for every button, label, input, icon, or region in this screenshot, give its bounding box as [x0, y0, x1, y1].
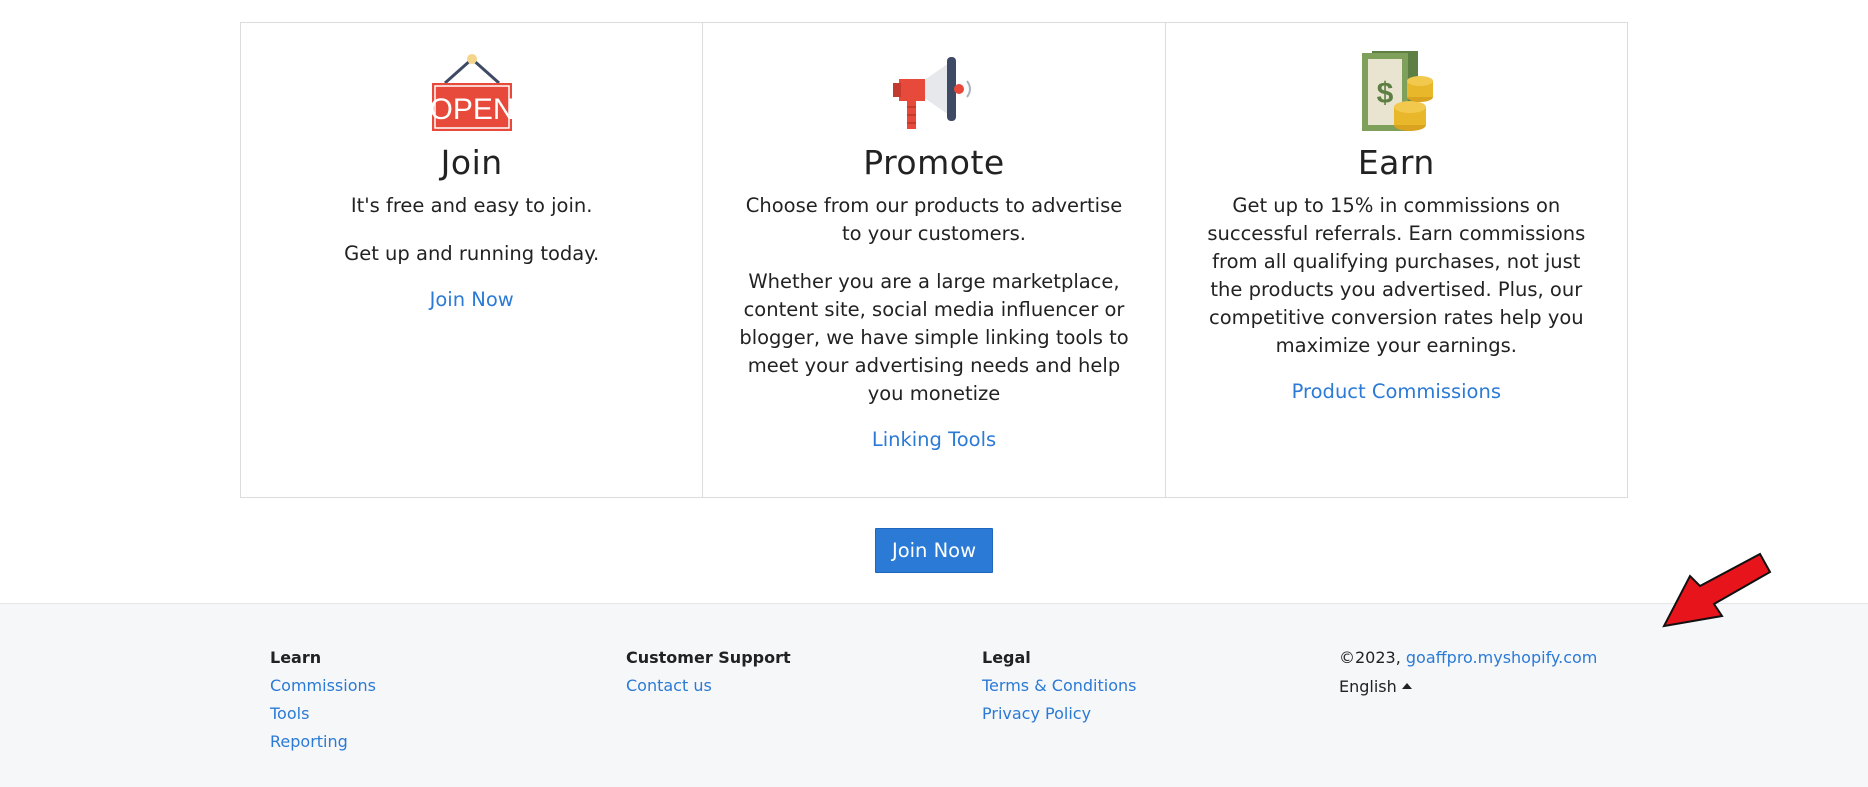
- footer-heading-learn: Learn: [270, 648, 322, 667]
- caret-up-icon: [1401, 683, 1412, 689]
- feature-cards: OPEN Join It's free and easy to join. Ge…: [240, 22, 1628, 498]
- cta-area: Join Now: [0, 528, 1868, 573]
- footer-support: Customer Support Contact us: [626, 648, 791, 704]
- footer-link-commissions[interactable]: Commissions: [270, 676, 376, 696]
- card-title: Promote: [863, 143, 1005, 182]
- footer-link-reporting[interactable]: Reporting: [270, 732, 376, 752]
- footer-heading-support: Customer Support: [626, 648, 791, 667]
- footer-heading-legal: Legal: [982, 648, 1031, 667]
- money-coins-icon: $: [1194, 47, 1599, 133]
- footer-legal: Legal Terms & Conditions Privacy Policy: [982, 648, 1136, 732]
- product-commissions-link[interactable]: Product Commissions: [1292, 380, 1501, 403]
- megaphone-icon: [731, 47, 1136, 133]
- card-join: OPEN Join It's free and easy to join. Ge…: [241, 23, 704, 497]
- open-sign-icon: OPEN: [269, 47, 674, 133]
- card-promote: Promote Choose from our products to adve…: [703, 23, 1166, 497]
- join-now-link[interactable]: Join Now: [430, 288, 514, 311]
- footer-link-terms[interactable]: Terms & Conditions: [982, 676, 1136, 696]
- card-text: It's free and easy to join.: [350, 194, 593, 217]
- card-text: Choose from our products to advertise to…: [745, 194, 1123, 245]
- copyright-text: ©2023,: [1339, 648, 1406, 667]
- card-earn: $ Earn Get up to 15% in commissions on s…: [1166, 23, 1627, 497]
- language-label: English: [1339, 677, 1397, 696]
- footer: Learn Commissions Tools Reporting Custom…: [0, 603, 1868, 787]
- footer-link-tools[interactable]: Tools: [270, 704, 376, 724]
- svg-text:$: $: [1377, 77, 1394, 110]
- footer-meta: ©2023, goaffpro.myshopify.com English: [1339, 648, 1597, 696]
- card-title: Join: [440, 143, 503, 182]
- site-link[interactable]: goaffpro.myshopify.com: [1406, 648, 1597, 667]
- card-text: Whether you are a large marketplace, con…: [739, 270, 1129, 405]
- join-now-button[interactable]: Join Now: [874, 528, 994, 573]
- linking-tools-link[interactable]: Linking Tools: [872, 428, 996, 451]
- card-text: Get up and running today.: [344, 242, 600, 265]
- language-selector[interactable]: English: [1339, 677, 1597, 696]
- card-title: Earn: [1357, 143, 1435, 182]
- svg-text:OPEN: OPEN: [431, 93, 513, 126]
- footer-link-contact[interactable]: Contact us: [626, 676, 791, 696]
- card-text: Get up to 15% in commissions on successf…: [1207, 194, 1586, 357]
- footer-link-privacy[interactable]: Privacy Policy: [982, 704, 1136, 724]
- copyright: ©2023, goaffpro.myshopify.com: [1339, 648, 1597, 667]
- footer-learn: Learn Commissions Tools Reporting: [270, 648, 376, 760]
- red-arrow-icon: [1662, 552, 1772, 628]
